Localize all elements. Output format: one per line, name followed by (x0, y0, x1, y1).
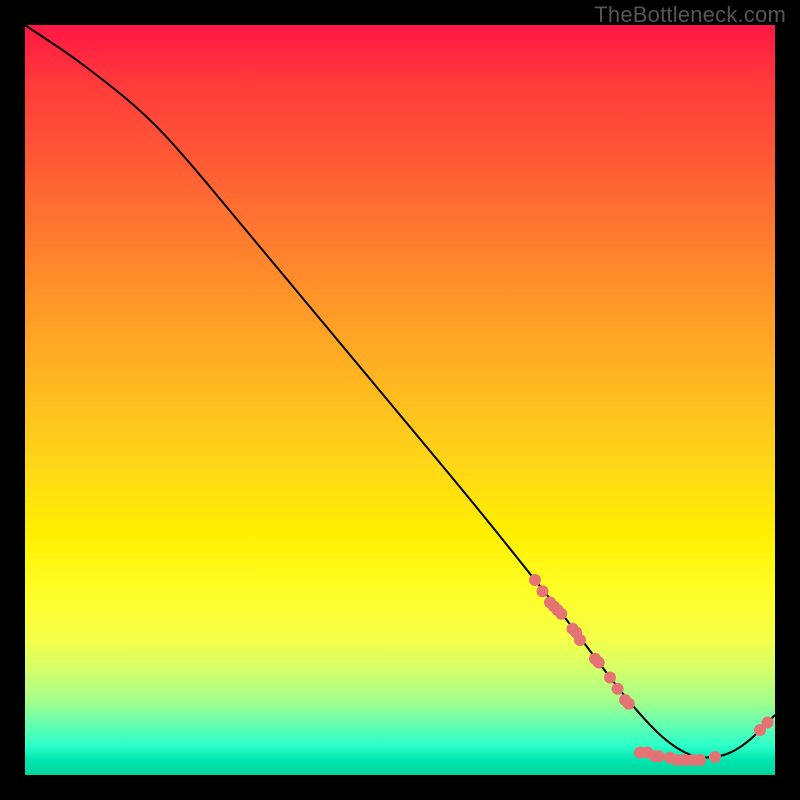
chart-overlay (25, 25, 775, 775)
scatter-point (593, 657, 605, 669)
scatter-point (694, 754, 706, 766)
scatter-point (537, 585, 549, 597)
scatter-point (762, 717, 774, 729)
scatter-point (709, 751, 721, 763)
curve-line (25, 25, 775, 758)
scatter-point (570, 627, 582, 639)
scatter-point (612, 683, 624, 695)
scatter-points (529, 574, 774, 766)
scatter-point (623, 698, 635, 710)
scatter-point (548, 600, 560, 612)
scatter-point (529, 574, 541, 586)
chart-container: TheBottleneck.com (0, 0, 800, 800)
scatter-point (604, 672, 616, 684)
scatter-point (653, 750, 665, 762)
watermark-text: TheBottleneck.com (594, 2, 786, 28)
